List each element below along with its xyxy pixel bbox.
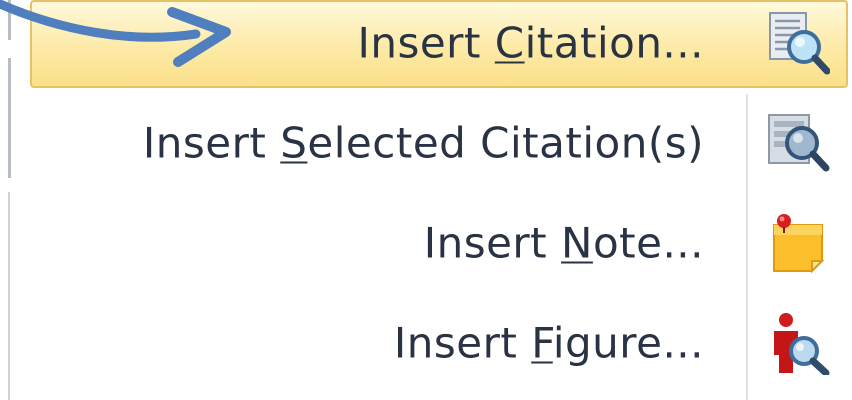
menu-item-label: Insert Note... [423,218,704,268]
selected-citation-search-icon [768,114,830,172]
menu-mnemonic: C [494,18,525,68]
menu-item-insert-figure[interactable]: Insert Figure... [28,300,852,386]
callout-arrow-icon [0,0,231,67]
scroll-edge-segment [8,192,10,400]
menu-item-insert-note[interactable]: Insert Note... [28,200,852,286]
menu-item-label: Insert Citation... [357,18,704,68]
menu-mnemonic: F [531,318,553,368]
citation-search-icon [769,12,830,75]
sticky-note-icon [773,214,825,274]
screenshot-canvas: Insert Citation... Insert Selected Citat… [0,0,852,400]
menu-mnemonic: S [280,118,308,168]
menu-mnemonic: N [561,218,593,268]
menu-item-label: Insert Figure... [393,318,704,368]
figure-search-icon [774,313,830,375]
menu-item-label: Insert Selected Citation(s) [142,118,704,168]
menu-item-insert-selected-citations[interactable]: Insert Selected Citation(s) [28,100,852,186]
